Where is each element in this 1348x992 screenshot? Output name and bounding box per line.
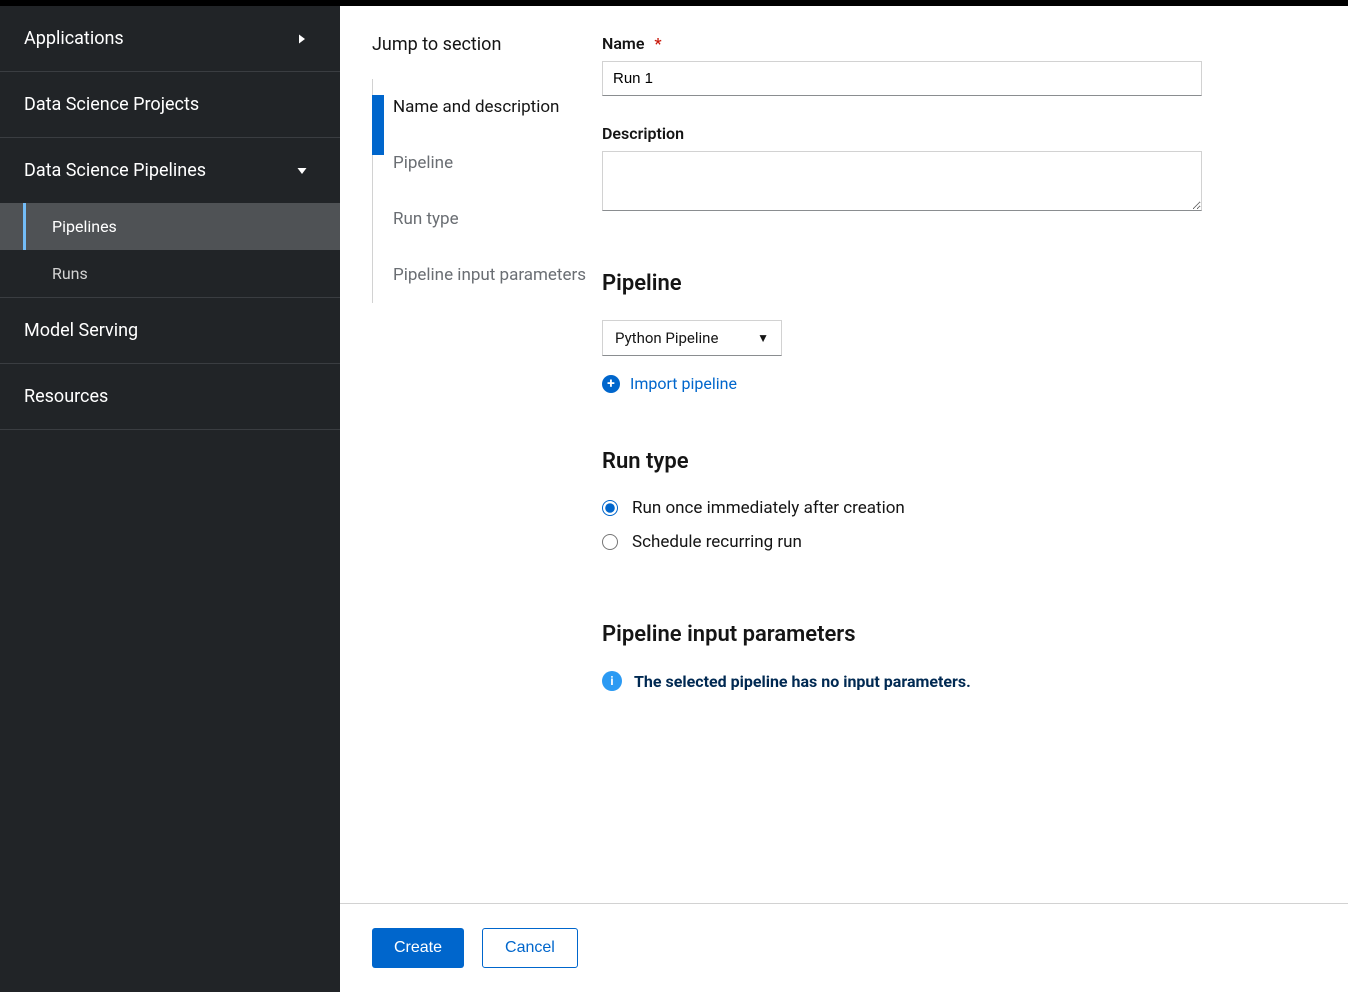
caret-down-icon: ▼: [757, 331, 769, 345]
description-textarea[interactable]: [602, 151, 1202, 211]
run-type-option-schedule[interactable]: Schedule recurring run: [602, 532, 1308, 552]
sidebar-item-applications[interactable]: Applications: [0, 6, 340, 71]
name-label: Name *: [602, 34, 1308, 53]
sidebar-label: Applications: [24, 28, 124, 49]
name-input[interactable]: [602, 61, 1202, 96]
jump-nav: Jump to section Name and description Pip…: [372, 34, 602, 691]
sidebar-item-resources[interactable]: Resources: [0, 364, 340, 429]
create-button[interactable]: Create: [372, 928, 464, 968]
jump-item-run-type[interactable]: Run type: [389, 191, 602, 247]
chevron-down-icon: [292, 161, 312, 181]
import-pipeline-link[interactable]: + Import pipeline: [602, 374, 1308, 393]
jump-item-params[interactable]: Pipeline input parameters: [389, 247, 602, 303]
sidebar-label: Resources: [24, 386, 108, 407]
sidebar-subitem-pipelines[interactable]: Pipelines: [0, 203, 340, 250]
pipeline-heading: Pipeline: [602, 271, 1308, 296]
sidebar-item-model-serving[interactable]: Model Serving: [0, 298, 340, 363]
run-type-label: Schedule recurring run: [632, 532, 802, 552]
pipeline-select[interactable]: Python Pipeline ▼: [602, 320, 782, 356]
jump-title: Jump to section: [372, 34, 602, 55]
plus-circle-icon: +: [602, 375, 620, 393]
run-type-radio-immediate[interactable]: [602, 500, 618, 516]
cancel-button[interactable]: Cancel: [482, 928, 578, 968]
required-star-icon: *: [654, 34, 661, 53]
jump-active-marker: [372, 95, 384, 155]
run-type-label: Run once immediately after creation: [632, 498, 905, 518]
run-type-heading: Run type: [602, 449, 1308, 474]
info-icon: i: [602, 671, 622, 691]
sidebar-sublabel: Runs: [52, 264, 88, 283]
sidebar-label: Model Serving: [24, 320, 138, 341]
chevron-right-icon: [292, 29, 312, 49]
import-pipeline-label: Import pipeline: [630, 374, 737, 393]
jump-item-name[interactable]: Name and description: [389, 79, 602, 135]
sidebar-label: Data Science Projects: [24, 94, 199, 115]
form: Name * Description Pipeline Python Pipel…: [602, 34, 1348, 691]
run-type-option-immediate[interactable]: Run once immediately after creation: [602, 498, 1308, 518]
jump-item-pipeline[interactable]: Pipeline: [389, 135, 602, 191]
sidebar: Applications Data Science Projects Data …: [0, 6, 340, 992]
sidebar-sublabel: Pipelines: [52, 217, 117, 236]
sidebar-item-data-science-projects[interactable]: Data Science Projects: [0, 72, 340, 137]
sidebar-label: Data Science Pipelines: [24, 160, 206, 181]
description-label: Description: [602, 124, 1308, 143]
params-heading: Pipeline input parameters: [602, 622, 1308, 647]
params-empty-info: i The selected pipeline has no input par…: [602, 671, 1308, 691]
sidebar-subitem-runs[interactable]: Runs: [0, 250, 340, 297]
sidebar-item-data-science-pipelines[interactable]: Data Science Pipelines: [0, 138, 340, 203]
main-area: Jump to section Name and description Pip…: [340, 6, 1348, 992]
params-empty-text: The selected pipeline has no input param…: [634, 672, 971, 691]
run-type-radio-schedule[interactable]: [602, 534, 618, 550]
footer: Create Cancel: [340, 903, 1348, 992]
pipeline-selected: Python Pipeline: [615, 329, 718, 347]
